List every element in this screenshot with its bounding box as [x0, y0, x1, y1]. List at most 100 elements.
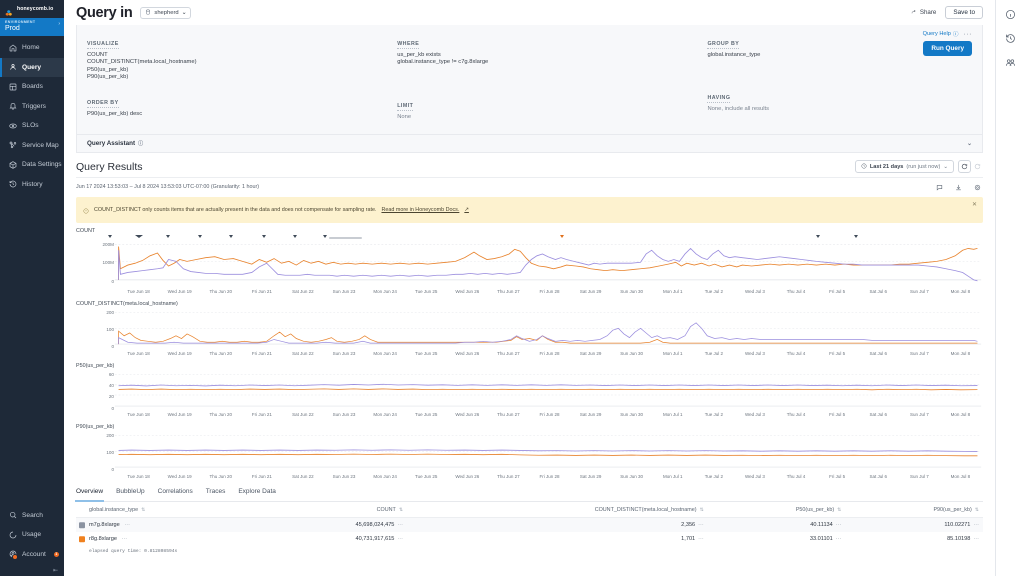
x-tick-label: Sat Jul 6 [869, 351, 887, 356]
chart-svg-p90 [76, 431, 983, 474]
chart-plot[interactable]: 60 40 20 0 [76, 370, 983, 413]
tab-traces[interactable]: Traces [206, 488, 226, 498]
close-icon[interactable]: ✕ [972, 201, 977, 208]
limit-group[interactable]: LIMIT None [397, 94, 693, 121]
having-value: None, include all results [707, 106, 972, 113]
row-more-icon[interactable]: ··· [121, 522, 130, 528]
brand-logo[interactable]: honeycomb.io [0, 0, 64, 18]
share-button[interactable]: Share [911, 9, 937, 17]
charts-container: COUNT [64, 223, 995, 486]
chart-plot[interactable]: 200M 100M 0 [76, 241, 983, 289]
x-tick-label: Sat Jun 29 [580, 474, 602, 479]
page-header: Query in shepherd ⌄ Share Save to [64, 0, 995, 25]
row-more-icon[interactable]: ··· [833, 522, 842, 528]
query-icon [8, 63, 17, 72]
x-tick-label: Mon Jun 24 [373, 289, 397, 294]
row-more-icon[interactable]: ··· [394, 522, 403, 528]
sidebar-item-query[interactable]: Query [0, 58, 64, 78]
info-icon[interactable] [1005, 9, 1016, 20]
auto-refresh-button[interactable] [971, 161, 983, 173]
row-more-icon[interactable]: ··· [695, 522, 704, 528]
tab-overview[interactable]: Overview [76, 488, 103, 498]
chart-plot[interactable]: 200 100 0 [76, 308, 983, 351]
history-icon[interactable] [1005, 33, 1016, 44]
sidebar-item-slos[interactable]: SLOs [0, 116, 64, 136]
time-range-selector[interactable]: Last 21 days (run just now) ⌄ [855, 160, 954, 173]
chart-plot[interactable]: 200 100 0 [76, 431, 983, 474]
comment-icon[interactable] [933, 181, 945, 193]
col-p90[interactable]: P90(us_per_kb)⇅ [845, 502, 983, 518]
col-count-distinct[interactable]: COUNT_DISTINCT(meta.local_hostname)⇅ [407, 502, 708, 518]
query-assistant-bar[interactable]: Query Assistant ⓘ ⌄ [77, 134, 982, 152]
settings-gear-icon[interactable] [971, 181, 983, 193]
table-row[interactable]: r8g.8xlarge ··· 40,731,917,615··· 1,701·… [76, 532, 983, 546]
query-more-menu[interactable]: ··· [964, 32, 973, 37]
row-more-icon[interactable]: ··· [970, 536, 979, 542]
query-help-link[interactable]: Query Help ⓘ [923, 30, 959, 38]
col-instance-type[interactable]: global.instance_type⇅ [76, 502, 264, 518]
sidebar-item-service-map[interactable]: Service Map [0, 136, 64, 156]
row-more-icon[interactable]: ··· [119, 536, 128, 542]
x-tick-label: Mon Jun 24 [373, 351, 397, 356]
row-more-icon[interactable]: ··· [394, 536, 403, 542]
chevron-down-icon[interactable]: ⌄ [967, 140, 972, 147]
tab-correlations[interactable]: Correlations [158, 488, 193, 498]
time-range-note: (run just now) [906, 164, 940, 170]
chart-svg-count-distinct [76, 308, 983, 351]
boards-icon [8, 82, 17, 91]
run-query-button[interactable]: Run Query [923, 41, 972, 56]
x-tick-label: Sat Jul 6 [869, 289, 887, 294]
cell-p50: 40.11134··· [708, 518, 846, 533]
row-more-icon[interactable]: ··· [970, 522, 979, 528]
count-distinct-warning: COUNT_DISTINCT only counts items that ar… [76, 197, 983, 223]
warning-link[interactable]: Read more in Honeycomb Docs. [381, 207, 459, 213]
sidebar-item-history[interactable]: History [0, 175, 64, 195]
order-by-group[interactable]: ORDER BY P90(us_per_kb) desc [87, 91, 383, 118]
x-tick-label: Wed Jun 19 [168, 351, 192, 356]
x-tick-label: Wed Jul 3 [745, 412, 765, 417]
save-to-button[interactable]: Save to [945, 6, 983, 19]
sidebar-item-boards[interactable]: Boards [0, 77, 64, 97]
row-more-icon[interactable]: ··· [695, 536, 704, 542]
x-tick-label: Sat Jun 29 [580, 289, 602, 294]
download-icon[interactable] [952, 181, 964, 193]
dataset-selector[interactable]: shepherd ⌄ [140, 7, 191, 19]
sidebar-item-data-settings[interactable]: Data Settings [0, 155, 64, 175]
tab-explore-data[interactable]: Explore Data [238, 488, 276, 498]
col-count[interactable]: COUNT⇅ [264, 502, 407, 518]
sidebar-item-account[interactable]: Account 1 [0, 545, 64, 565]
chart-p50: P50(us_per_kb) 60 40 20 0 [76, 363, 983, 421]
visualize-group[interactable]: VISUALIZE COUNT COUNT_DISTINCT(meta.loca… [87, 32, 383, 82]
row-more-icon[interactable]: ··· [833, 536, 842, 542]
tab-bubbleup[interactable]: BubbleUp [116, 488, 145, 498]
page-title: Query in [76, 5, 132, 21]
x-tick-label: Fri Jun 21 [252, 474, 272, 479]
col-label: COUNT_DISTINCT(meta.local_hostname) [595, 507, 697, 513]
x-tick-label: Sun Jun 23 [333, 474, 356, 479]
environment-selector[interactable]: ENVIRONMENT Prod › [0, 18, 64, 36]
series-color-swatch [79, 536, 85, 542]
x-tick-label: Thu Jun 20 [209, 412, 232, 417]
sidebar-item-usage[interactable]: Usage [0, 525, 64, 545]
collaborators-icon[interactable] [1005, 57, 1016, 68]
x-tick-label: Wed Jun 26 [455, 474, 479, 479]
chart-p90: P90(us_per_kb) 200 100 0 Tue [76, 424, 983, 482]
x-tick-label: Tue Jul 2 [705, 412, 723, 417]
table-row[interactable]: m7g.8xlarge ··· 45,698,024,475··· 2,356·… [76, 518, 983, 533]
col-label: global.instance_type [89, 507, 138, 513]
limit-label: LIMIT [397, 103, 413, 111]
sidebar-item-home[interactable]: Home [0, 38, 64, 58]
x-tick-label: Fri Jul 5 [829, 412, 845, 417]
col-p50[interactable]: P50(us_per_kb)⇅ [708, 502, 846, 518]
where-group[interactable]: WHERE us_per_kb exists global.instance_t… [397, 32, 693, 67]
cell-text: r8g.8xlarge [89, 536, 117, 542]
cell-instance-type: m7g.8xlarge ··· [76, 518, 264, 533]
x-tick-label: Mon Jul 1 [663, 474, 683, 479]
x-axis-count: Tue Jun 18Wed Jun 19Thu Jun 20Fri Jun 21… [118, 289, 981, 297]
collapse-sidebar-button[interactable]: ⇤ [0, 564, 64, 576]
refresh-button[interactable] [958, 160, 971, 173]
having-group[interactable]: HAVING None, include all results [707, 86, 972, 113]
sidebar-item-triggers[interactable]: Triggers [0, 97, 64, 117]
cell-p90: 110.02271··· [845, 518, 983, 533]
sidebar-item-search[interactable]: Search [0, 506, 64, 526]
